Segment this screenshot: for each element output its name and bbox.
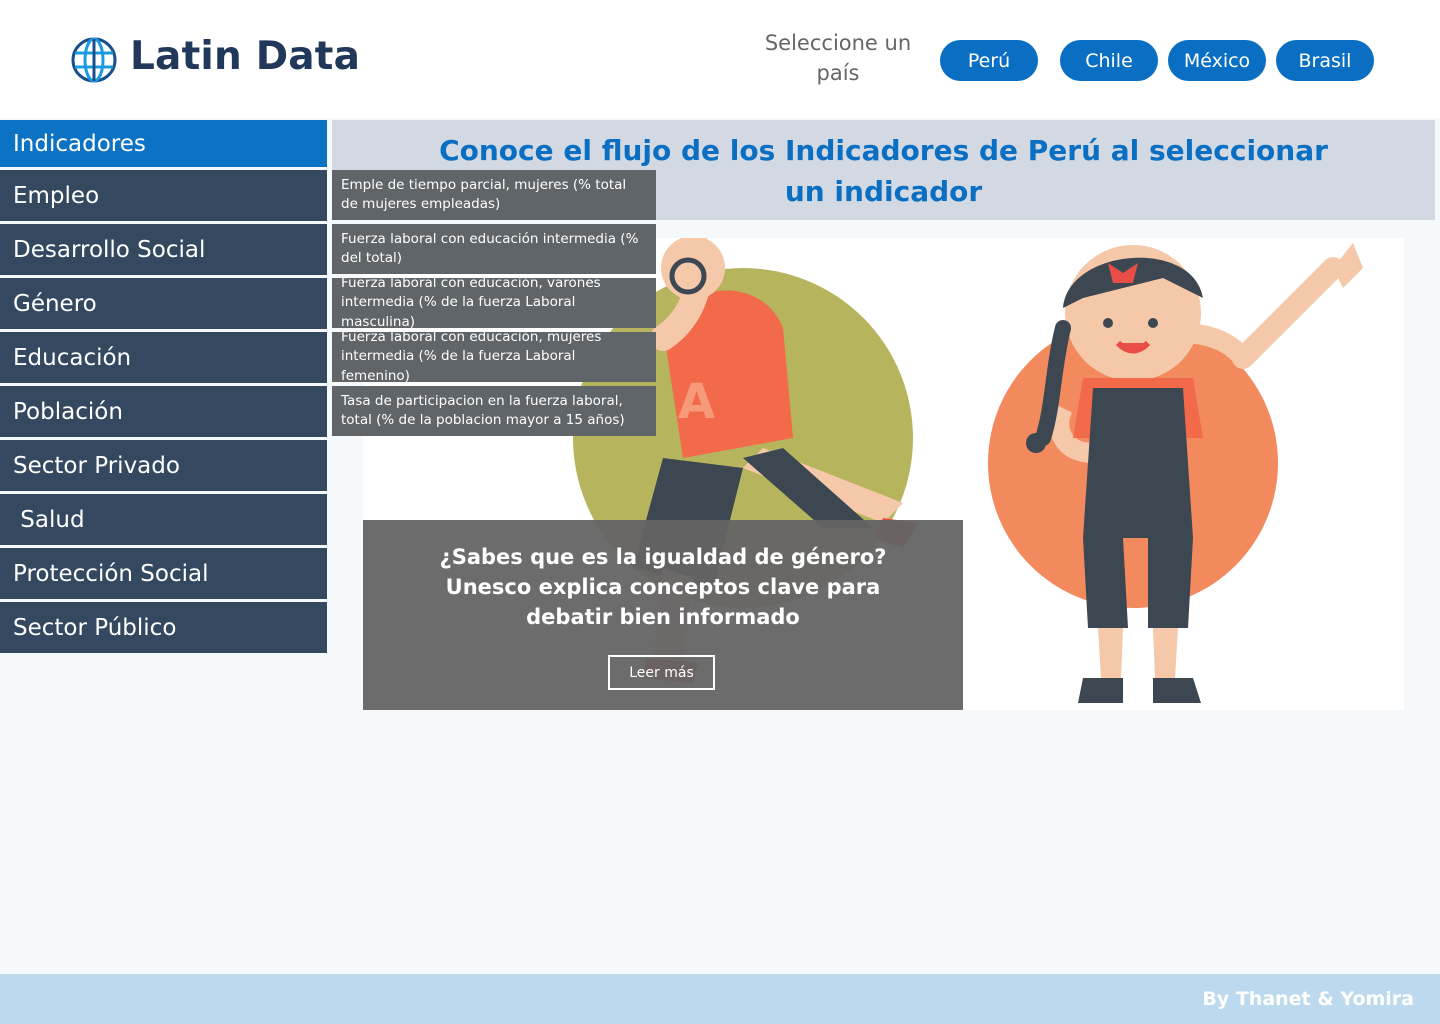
sidebar-item-educacion[interactable]: Educación	[0, 332, 327, 383]
country-select-label: Seleccione un país	[764, 31, 912, 85]
feature-headline: ¿Sabes que es la igualdad de género? Une…	[439, 545, 887, 629]
header: Latin Data Seleccione un país Perú Chile…	[0, 0, 1440, 118]
country-button-chile[interactable]: Chile	[1060, 40, 1158, 81]
country-button-peru[interactable]: Perú	[940, 40, 1038, 81]
sidebar-item-sector-publico[interactable]: Sector Público	[0, 602, 327, 653]
country-button-brasil[interactable]: Brasil	[1276, 40, 1374, 81]
dropdown-item[interactable]: Fuerza laboral con educación, varones in…	[332, 275, 656, 330]
country-button-mexico[interactable]: México	[1168, 40, 1266, 81]
sidebar-item-desarrollo-social[interactable]: Desarrollo Social	[0, 224, 327, 275]
svg-text:A: A	[678, 374, 715, 430]
sidebar-item-sector-privado[interactable]: Sector Privado	[0, 440, 327, 491]
globe-icon	[71, 37, 117, 83]
dropdown-item[interactable]: Fuerza laboral con educación intermedia …	[332, 224, 656, 274]
read-more-button[interactable]: Leer más	[608, 655, 715, 690]
sidebar-item-empleo[interactable]: Empleo	[0, 170, 327, 221]
sidebar-item-proteccion-social[interactable]: Protección Social	[0, 548, 327, 599]
dropdown-item[interactable]: Emple de tiempo parcial, mujeres (% tota…	[332, 170, 656, 220]
app-title: Latin Data	[130, 34, 361, 79]
sidebar-item-indicadores[interactable]: Indicadores	[0, 120, 327, 167]
sidebar-item-salud[interactable]: Salud	[0, 494, 327, 545]
dropdown-item[interactable]: Tasa de participacion en la fuerza labor…	[332, 386, 656, 436]
dropdown-item[interactable]: Fuerza laboral con educación, mujeres in…	[332, 329, 656, 384]
feature-card: ¿Sabes que es la igualdad de género? Une…	[363, 520, 963, 710]
footer-credit: By Thanet & Yomira	[1202, 988, 1414, 1010]
footer: By Thanet & Yomira	[0, 974, 1440, 1024]
sidebar-item-genero[interactable]: Género	[0, 278, 327, 329]
sidebar-item-poblacion[interactable]: Población	[0, 386, 327, 437]
